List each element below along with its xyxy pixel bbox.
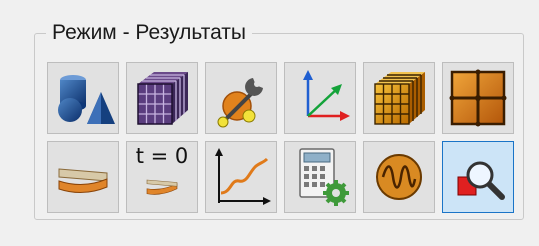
results-mode-panel: Режим - Результаты t = 0 <box>0 0 539 246</box>
physics-settings-icon <box>217 78 263 128</box>
tool-grid: t = 0 <box>47 62 516 215</box>
xy-plot-icon <box>215 148 271 205</box>
coordinate-axes-icon <box>303 70 350 121</box>
element-mesh-button[interactable] <box>363 62 435 134</box>
deformation-button[interactable] <box>47 141 119 213</box>
coordinate-system-button[interactable] <box>284 62 356 134</box>
time-zero-label: t = 0 <box>135 144 189 168</box>
plot-button[interactable] <box>205 141 277 213</box>
calculator-gear-icon <box>299 148 349 206</box>
oscillation-icon <box>376 154 422 200</box>
grid-button[interactable] <box>442 62 514 134</box>
grid-plate-icon <box>449 69 507 127</box>
initial-state-button[interactable]: t = 0 <box>126 141 198 213</box>
calculator-button[interactable] <box>284 141 356 213</box>
inspect-button[interactable] <box>442 141 514 213</box>
time-zero-icon <box>146 179 178 195</box>
groupbox-title: Режим - Результаты <box>46 20 253 46</box>
geometry-shapes-icon <box>58 75 115 124</box>
mesh-cube-icon <box>137 72 188 125</box>
deformed-beam-icon <box>58 168 108 193</box>
oscillation-button[interactable] <box>363 141 435 213</box>
mesh-button[interactable] <box>126 62 198 134</box>
geometry-button[interactable] <box>47 62 119 134</box>
element-cube-icon <box>374 72 425 125</box>
magnifier-inspect-icon <box>457 161 505 200</box>
physics-button[interactable] <box>205 62 277 134</box>
